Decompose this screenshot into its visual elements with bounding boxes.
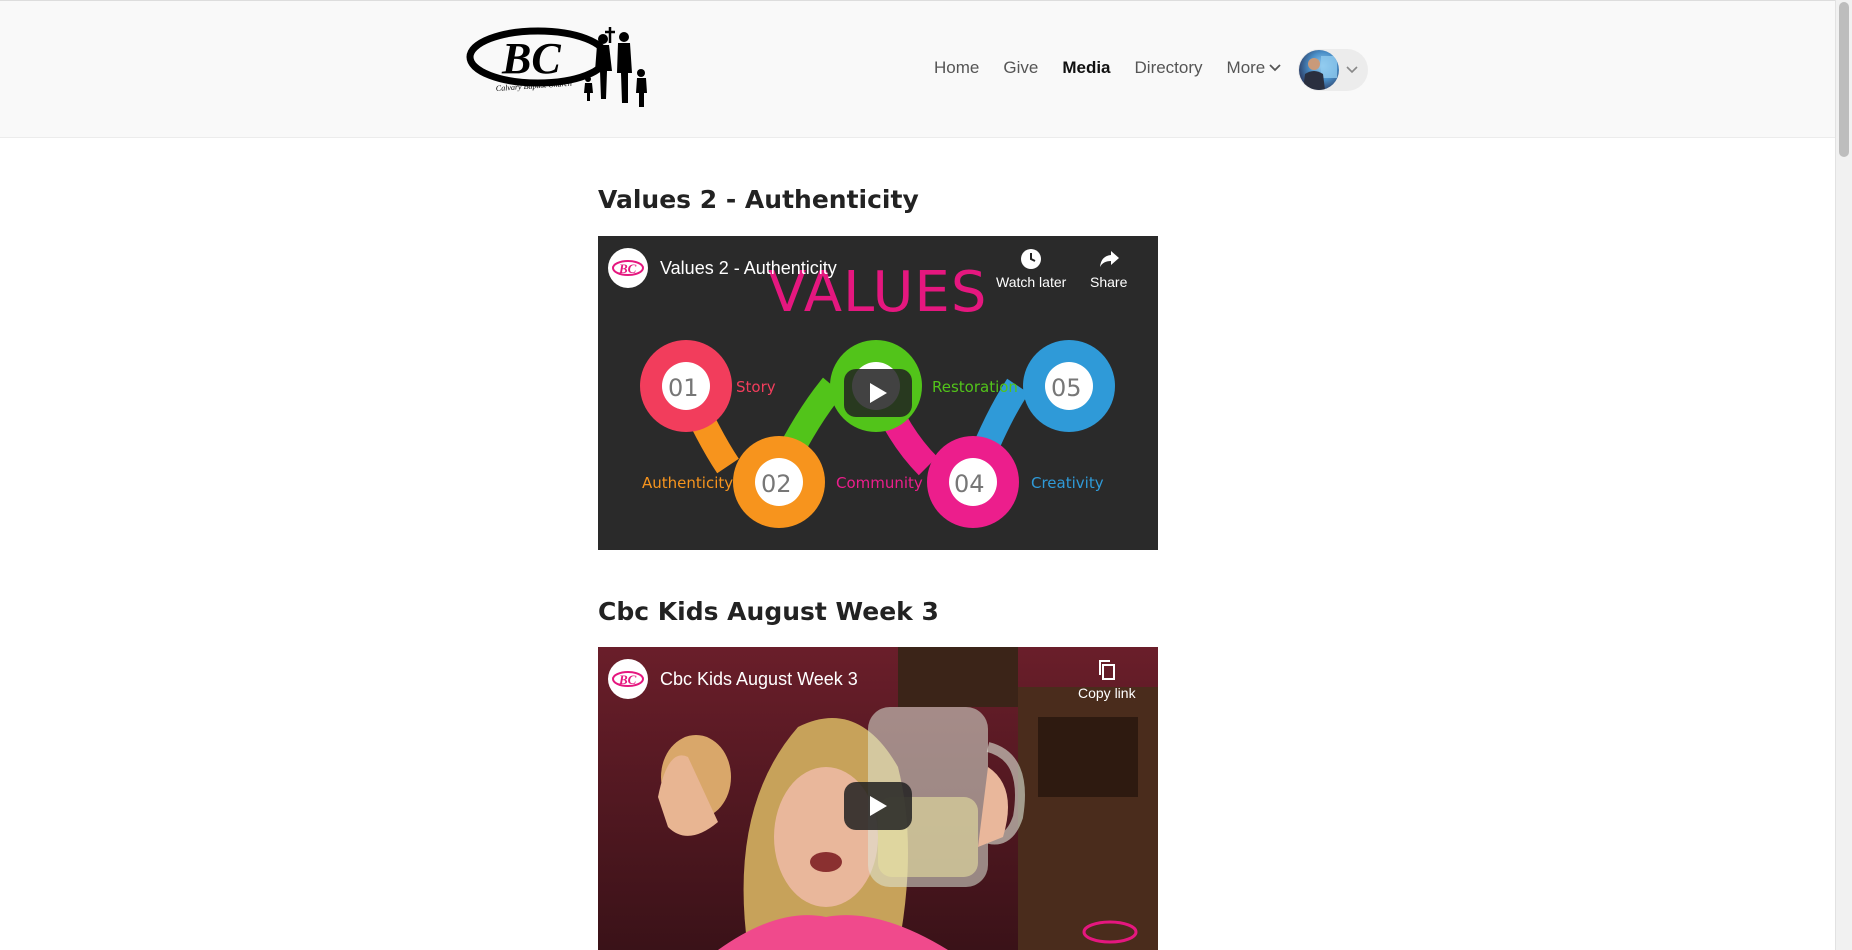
video-player[interactable]: VALUES 01 02 04 05 Story Authenticity Re… [598, 236, 1158, 550]
video-header: BC Values 2 - Authenticity [608, 248, 837, 288]
chevron-down-icon [1346, 66, 1358, 74]
nav-home[interactable]: Home [934, 58, 979, 78]
post-title[interactable]: Cbc Kids August Week 3 [598, 597, 939, 626]
nav-directory[interactable]: Directory [1135, 58, 1203, 78]
step-number: 02 [761, 470, 792, 498]
video-title[interactable]: Values 2 - Authenticity [660, 258, 837, 279]
share-label: Share [1090, 274, 1128, 290]
step-number: 05 [1051, 374, 1082, 402]
video-header: BC Cbc Kids August Week 3 [608, 659, 858, 699]
scrollbar-thumb[interactable] [1839, 2, 1849, 157]
video-player[interactable]: BC Cbc Kids August Week 3 Copy link [598, 647, 1158, 950]
nav-more-label: More [1226, 58, 1266, 77]
share-arrow-icon [1099, 251, 1119, 267]
step-number: 04 [954, 470, 985, 498]
channel-avatar[interactable]: BC [608, 248, 648, 288]
copy-link-label: Copy link [1078, 685, 1136, 701]
step-label: Community [836, 474, 923, 492]
play-button[interactable] [844, 782, 912, 830]
svg-text:BC: BC [501, 34, 561, 83]
video-title[interactable]: Cbc Kids August Week 3 [660, 669, 858, 690]
svg-text:BC: BC [618, 672, 637, 687]
step-label: Authenticity [642, 474, 734, 492]
nav-more[interactable]: More [1227, 58, 1282, 78]
user-menu-button[interactable] [1298, 49, 1368, 91]
watch-later-button[interactable]: Watch later [996, 248, 1066, 290]
play-button[interactable] [844, 369, 912, 417]
play-icon [870, 796, 887, 816]
post-title[interactable]: Values 2 - Authenticity [598, 185, 919, 214]
step-label: Creativity [1031, 474, 1104, 492]
step-label: Restoration [932, 378, 1018, 396]
share-button[interactable]: Share [1090, 248, 1127, 290]
clock-icon [1021, 249, 1042, 269]
step-label: Story [736, 378, 776, 396]
chevron-down-icon [1269, 64, 1281, 72]
site-header: BC Calvary Baptist Church Home Give Medi… [0, 0, 1836, 138]
svg-text:BC: BC [618, 261, 637, 276]
channel-avatar[interactable]: BC [608, 659, 648, 699]
nav-media[interactable]: Media [1062, 58, 1110, 78]
copy-icon [1098, 660, 1115, 680]
copy-link-button[interactable]: Copy link [1078, 659, 1136, 701]
main-nav: Home Give Media Directory More [934, 58, 1305, 78]
step-number: 01 [668, 374, 699, 402]
play-icon [870, 383, 887, 403]
page-scrollbar[interactable] [1835, 0, 1852, 950]
watch-later-label: Watch later [996, 274, 1067, 290]
nav-give[interactable]: Give [1003, 58, 1038, 78]
church-logo[interactable]: BC Calvary Baptist Church [466, 21, 656, 113]
avatar [1299, 50, 1339, 90]
